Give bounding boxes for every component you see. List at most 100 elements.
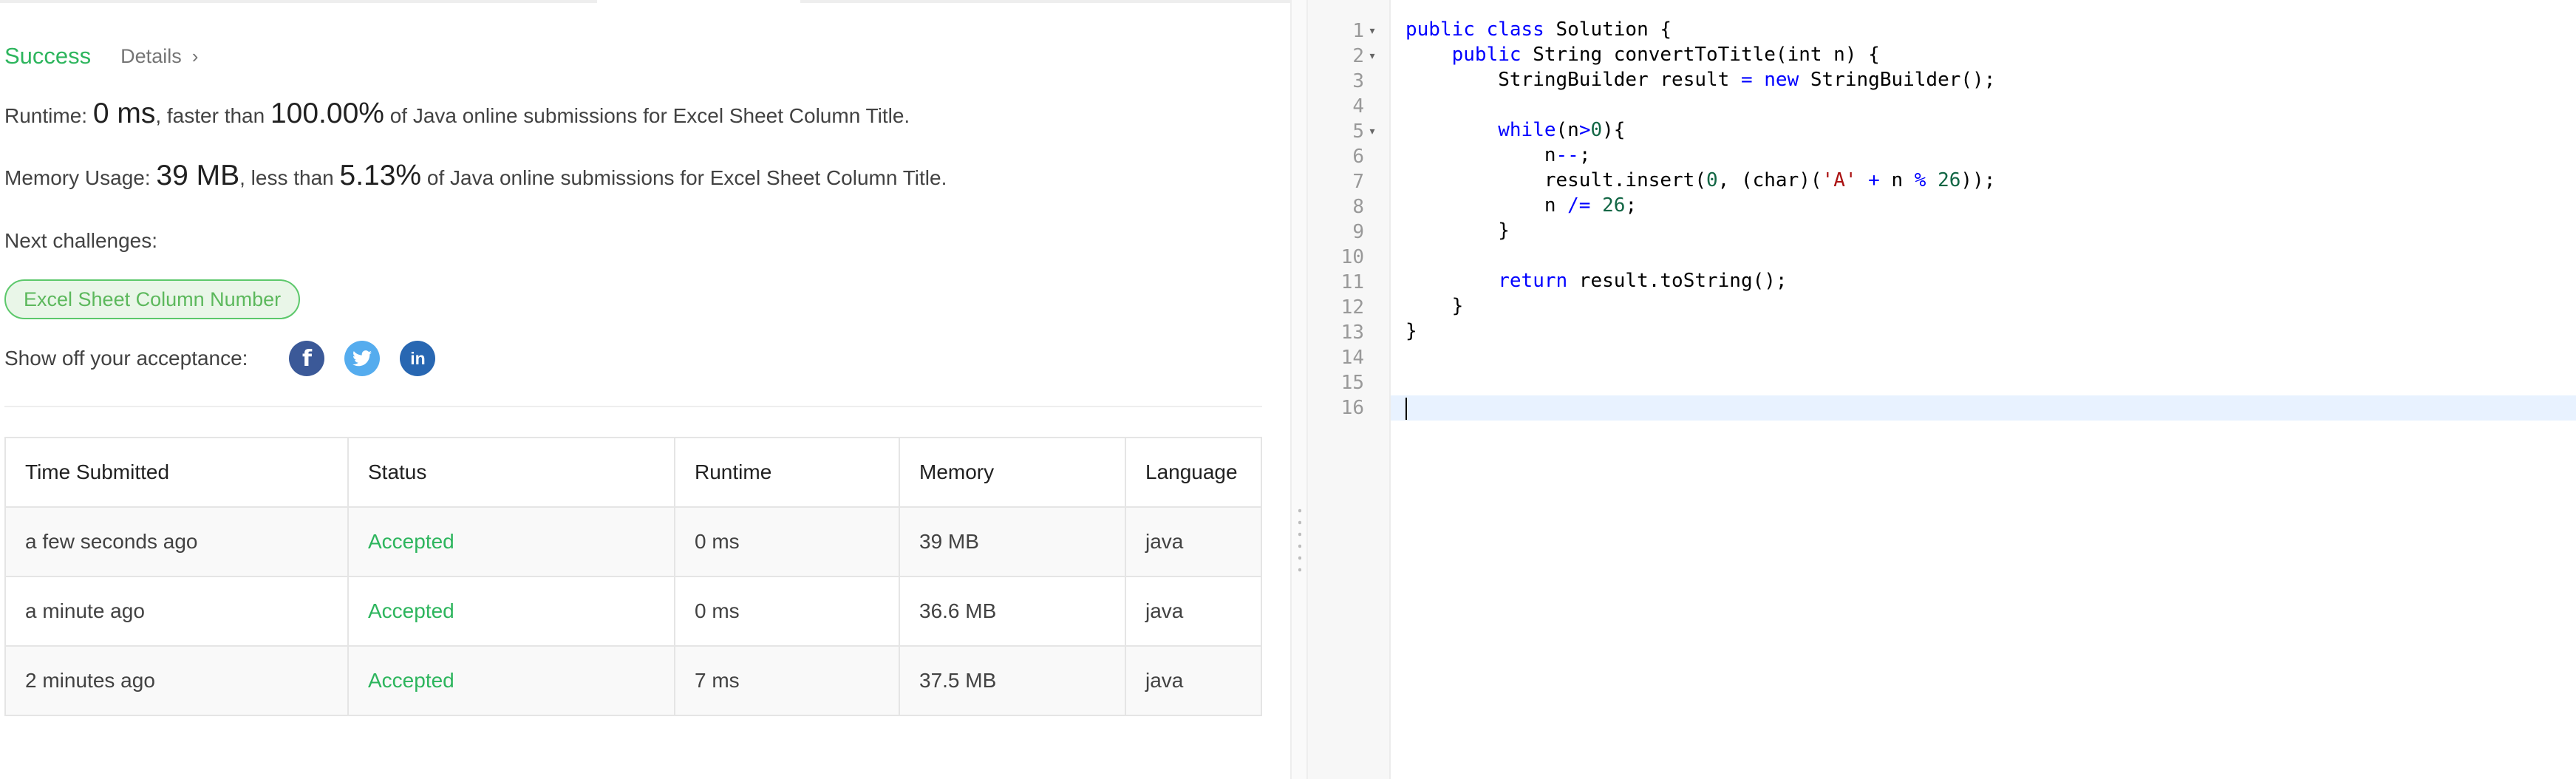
runtime-value: 0 ms (92, 98, 156, 129)
header-language[interactable]: Language (1125, 437, 1262, 508)
cell-language: java (1125, 576, 1262, 647)
status-link[interactable]: Accepted (347, 645, 675, 716)
twitter-bird-glyph (352, 350, 372, 367)
runtime-stat: Runtime: 0 ms, faster than 100.00% of Ja… (4, 98, 910, 130)
line-number: 11 (1340, 271, 1364, 293)
memory-mid: , less than (239, 166, 340, 189)
details-link[interactable]: Details › (120, 45, 198, 68)
panel-resize-handle[interactable] (1290, 0, 1308, 779)
gutter-row: 5 ▾ (1308, 119, 1380, 144)
code-editor[interactable]: 1 ▾ 2 ▾ 3 4 5 ▾ 6 7 8 9 10 11 12 13 14 15 16 public class … (1308, 0, 2576, 779)
code-line: n /= 26; (1544, 194, 1638, 217)
code-line: StringBuilder result = new StringBuilder… (1498, 69, 1996, 91)
memory-percent: 5.13% (339, 160, 422, 191)
line-number: 16 (1340, 397, 1364, 419)
code-line: while(n>0){ (1498, 119, 1626, 141)
gutter-row: 10 (1308, 245, 1380, 270)
facebook-icon[interactable]: f (289, 341, 325, 376)
gutter-row: 11 (1308, 270, 1380, 295)
cell-runtime: 0 ms (674, 576, 900, 647)
fold-toggle-icon[interactable]: ▾ (1364, 126, 1380, 137)
details-label: Details (120, 44, 182, 67)
next-challenges-label: Next challenges: (4, 229, 158, 252)
table-row: a minute ago Accepted 0 ms 36.6 MB java (4, 576, 1262, 647)
line-number: 3 (1352, 70, 1364, 92)
table-row: a few seconds ago Accepted 0 ms 39 MB ja… (4, 506, 1262, 577)
submission-status: Success Details › (4, 40, 198, 72)
active-line-highlight (1391, 395, 2576, 421)
line-number: 6 (1352, 146, 1364, 168)
code-line: public class Solution { (1405, 18, 1672, 41)
line-number: 15 (1340, 372, 1364, 394)
fold-toggle-icon[interactable]: ▾ (1364, 25, 1380, 37)
table-row: 2 minutes ago Accepted 7 ms 37.5 MB java (4, 645, 1262, 716)
code-line: public String convertToTitle(int n) { (1451, 44, 1880, 66)
runtime-mid: , faster than (155, 104, 270, 127)
gutter-row: 1 ▾ (1308, 18, 1380, 44)
header-status[interactable]: Status (347, 437, 675, 508)
status-link[interactable]: Accepted (347, 506, 675, 577)
drag-handle-icon (1298, 505, 1301, 579)
cell-time-submitted: a few seconds ago (4, 506, 349, 577)
gutter-row: 6 (1308, 144, 1380, 169)
chevron-right-icon: › (191, 44, 199, 67)
memory-stat: Memory Usage: 39 MB, less than 5.13% of … (4, 160, 947, 192)
active-tab-indicator (597, 0, 800, 3)
submissions-table: Time Submitted Status Runtime Memory Lan… (4, 437, 1262, 716)
cell-memory: 36.6 MB (899, 576, 1126, 647)
memory-label: Memory Usage: (4, 166, 157, 189)
gutter-row: 16 (1308, 395, 1380, 421)
gutter-row: 9 (1308, 220, 1380, 245)
gutter-row: 4 (1308, 94, 1380, 119)
code-line: } (1498, 220, 1510, 242)
linkedin-icon[interactable]: in (400, 341, 436, 376)
twitter-icon[interactable] (344, 341, 381, 376)
line-number: 9 (1352, 221, 1364, 243)
code-line: result.insert(0, (char)('A' + n % 26)); (1544, 169, 1996, 191)
code-line: } (1405, 320, 1417, 342)
line-number: 10 (1340, 246, 1364, 268)
cell-runtime: 0 ms (674, 506, 900, 577)
cell-time-submitted: 2 minutes ago (4, 645, 349, 716)
gutter-row: 2 ▾ (1308, 44, 1380, 69)
line-number: 7 (1352, 171, 1364, 193)
memory-suffix: of Java online submissions for Excel She… (421, 166, 947, 189)
header-memory[interactable]: Memory (899, 437, 1126, 508)
text-cursor (1405, 398, 1407, 420)
runtime-label: Runtime: (4, 104, 93, 127)
cell-time-submitted: a minute ago (4, 576, 349, 647)
line-number: 14 (1340, 347, 1364, 369)
gutter-row: 15 (1308, 370, 1380, 395)
table-header-row: Time Submitted Status Runtime Memory Lan… (4, 437, 1262, 508)
line-number: 8 (1352, 196, 1364, 218)
line-number: 1 (1352, 20, 1364, 42)
line-number: 5 (1352, 120, 1364, 143)
share-section: Show off your acceptance: f in (4, 340, 436, 377)
runtime-suffix: of Java online submissions for Excel She… (384, 104, 910, 127)
fold-toggle-icon[interactable]: ▾ (1364, 50, 1380, 62)
status-title: Success (4, 43, 92, 69)
code-line: } (1451, 295, 1464, 317)
memory-value: 39 MB (156, 160, 240, 191)
runtime-percent: 100.00% (270, 98, 384, 129)
cell-runtime: 7 ms (674, 645, 900, 716)
cell-language: java (1125, 506, 1262, 577)
line-number: 2 (1352, 45, 1364, 67)
share-label: Show off your acceptance: (4, 347, 248, 370)
code-line: n--; (1544, 144, 1591, 166)
status-link[interactable]: Accepted (347, 576, 675, 647)
gutter-row: 3 (1308, 69, 1380, 94)
line-number: 4 (1352, 95, 1364, 118)
gutter-row: 12 (1308, 295, 1380, 320)
header-time-submitted[interactable]: Time Submitted (4, 437, 349, 508)
result-panel: Success Details › Runtime: 0 ms, faster … (0, 0, 1290, 779)
divider (4, 406, 1262, 407)
cell-language: java (1125, 645, 1262, 716)
header-runtime[interactable]: Runtime (674, 437, 900, 508)
next-challenge-button[interactable]: Excel Sheet Column Number (4, 279, 301, 319)
code-line: return result.toString(); (1498, 270, 1788, 292)
cell-memory: 39 MB (899, 506, 1126, 577)
line-number: 12 (1340, 296, 1364, 319)
line-number: 13 (1340, 322, 1364, 344)
gutter-row: 7 (1308, 169, 1380, 194)
